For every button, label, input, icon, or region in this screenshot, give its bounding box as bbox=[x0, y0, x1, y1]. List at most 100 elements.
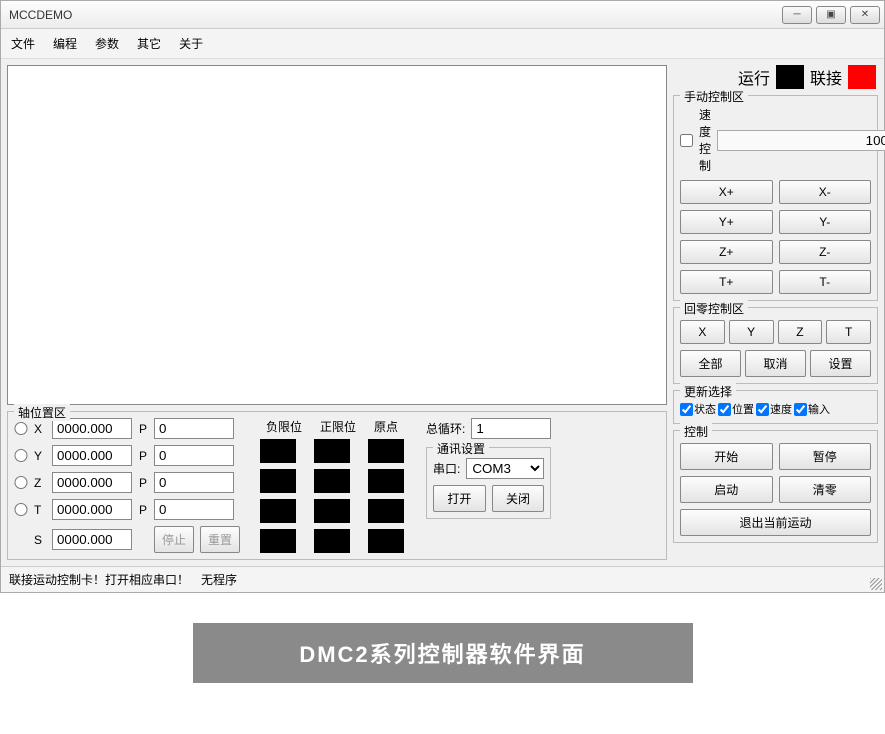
pause-button[interactable]: 暂停 bbox=[779, 443, 872, 470]
limits-grid bbox=[260, 439, 404, 553]
loop-input[interactable] bbox=[471, 418, 551, 439]
clear-button[interactable]: 清零 bbox=[779, 476, 872, 503]
p-label: P bbox=[138, 422, 148, 436]
close-port-button[interactable]: 关闭 bbox=[492, 485, 545, 512]
jog-grid: X+ X- Y+ Y- Z+ Z- T+ T- bbox=[680, 180, 871, 294]
axis-value-t[interactable] bbox=[52, 499, 132, 520]
speed-label: 速度控制 bbox=[699, 106, 711, 174]
start-button[interactable]: 开始 bbox=[680, 443, 773, 470]
menu-other[interactable]: 其它 bbox=[137, 35, 161, 52]
limit-indicator bbox=[368, 529, 404, 553]
limit-indicator bbox=[260, 469, 296, 493]
home-t[interactable]: T bbox=[826, 320, 871, 344]
axis-p-t[interactable] bbox=[154, 499, 234, 520]
update-status-checkbox[interactable] bbox=[680, 403, 693, 416]
axis-label-z: Z bbox=[34, 476, 46, 490]
update-speed-checkbox[interactable] bbox=[756, 403, 769, 416]
menu-program[interactable]: 编程 bbox=[53, 35, 77, 52]
body: 轴位置区 X P Y bbox=[1, 59, 884, 566]
jog-y-plus[interactable]: Y+ bbox=[680, 210, 773, 234]
window-buttons: ─ ▣ ✕ bbox=[782, 6, 880, 24]
speed-input[interactable] bbox=[717, 130, 885, 151]
maximize-button[interactable]: ▣ bbox=[816, 6, 846, 24]
axis-radio-y[interactable] bbox=[14, 449, 28, 462]
axis-label-y: Y bbox=[34, 449, 46, 463]
status-program: 无程序 bbox=[201, 571, 237, 588]
axis-radio-z[interactable] bbox=[14, 476, 28, 489]
update-input-checkbox[interactable] bbox=[794, 403, 807, 416]
status-row: 运行 联接 bbox=[673, 65, 878, 89]
exit-motion-button[interactable]: 退出当前运动 bbox=[680, 509, 871, 536]
jog-x-minus[interactable]: X- bbox=[779, 180, 872, 204]
loop-row: 总循环: bbox=[426, 418, 551, 439]
loop-comm-block: 总循环: 通讯设置 串口: COM3 打开 关闭 bbox=[426, 418, 551, 553]
limit-indicator bbox=[314, 499, 350, 523]
jog-t-minus[interactable]: T- bbox=[779, 270, 872, 294]
update-speed[interactable]: 速度 bbox=[756, 401, 792, 417]
canvas-area[interactable] bbox=[7, 65, 667, 405]
axis-radio-t[interactable] bbox=[14, 503, 28, 516]
open-port-button[interactable]: 打开 bbox=[433, 485, 486, 512]
axis-p-y[interactable] bbox=[154, 445, 234, 466]
home-z[interactable]: Z bbox=[778, 320, 823, 344]
update-position-checkbox[interactable] bbox=[718, 403, 731, 416]
speed-checkbox[interactable] bbox=[680, 134, 693, 147]
run-button[interactable]: 启动 bbox=[680, 476, 773, 503]
stop-button[interactable]: 停止 bbox=[154, 526, 194, 553]
axis-label-x: X bbox=[34, 422, 46, 436]
reset-button[interactable]: 重置 bbox=[200, 526, 240, 553]
axis-table: X P Y P bbox=[14, 418, 240, 553]
home-set-button[interactable]: 设置 bbox=[810, 350, 871, 377]
pos-limit-label: 正限位 bbox=[320, 418, 356, 435]
limits-block: 负限位 正限位 原点 bbox=[260, 418, 404, 553]
axis-radio-x[interactable] bbox=[14, 422, 28, 435]
limit-indicator bbox=[368, 499, 404, 523]
right-column: 运行 联接 手动控制区 速度控制 X+ X- Y+ Y- Z+ bbox=[673, 65, 878, 560]
status-message: 联接运动控制卡！打开相应串口！ bbox=[9, 571, 189, 588]
jog-x-plus[interactable]: X+ bbox=[680, 180, 773, 204]
minimize-button[interactable]: ─ bbox=[782, 6, 812, 24]
home-cancel-button[interactable]: 取消 bbox=[745, 350, 806, 377]
neg-limit-label: 负限位 bbox=[266, 418, 302, 435]
port-select[interactable]: COM3 bbox=[466, 458, 544, 479]
control-grid: 开始 暂停 启动 清零 退出当前运动 bbox=[680, 443, 871, 536]
update-position[interactable]: 位置 bbox=[718, 401, 754, 417]
axis-position-title: 轴位置区 bbox=[14, 404, 70, 421]
axis-label-s: S bbox=[34, 533, 46, 547]
jog-z-minus[interactable]: Z- bbox=[779, 240, 872, 264]
home-x[interactable]: X bbox=[680, 320, 725, 344]
resize-grip-icon[interactable] bbox=[870, 578, 882, 590]
menu-params[interactable]: 参数 bbox=[95, 35, 119, 52]
axis-value-s[interactable] bbox=[52, 529, 132, 550]
axis-p-z[interactable] bbox=[154, 472, 234, 493]
jog-z-plus[interactable]: Z+ bbox=[680, 240, 773, 264]
origin-label: 原点 bbox=[374, 418, 398, 435]
axis-value-x[interactable] bbox=[52, 418, 132, 439]
home-y[interactable]: Y bbox=[729, 320, 774, 344]
limit-indicator bbox=[260, 529, 296, 553]
update-status[interactable]: 状态 bbox=[680, 401, 716, 417]
comm-title: 通讯设置 bbox=[433, 440, 489, 457]
menu-file[interactable]: 文件 bbox=[11, 35, 35, 52]
update-input[interactable]: 输入 bbox=[794, 401, 830, 417]
limit-indicator bbox=[368, 469, 404, 493]
axis-row-z: Z P bbox=[14, 472, 240, 493]
limits-header: 负限位 正限位 原点 bbox=[260, 418, 404, 435]
axis-value-y[interactable] bbox=[52, 445, 132, 466]
close-button[interactable]: ✕ bbox=[850, 6, 880, 24]
menu-about[interactable]: 关于 bbox=[179, 35, 203, 52]
update-select-group: 更新选择 状态 位置 速度 输入 bbox=[673, 390, 878, 424]
jog-y-minus[interactable]: Y- bbox=[779, 210, 872, 234]
connect-label: 联接 bbox=[810, 65, 842, 89]
manual-title: 手动控制区 bbox=[680, 88, 748, 105]
jog-t-plus[interactable]: T+ bbox=[680, 270, 773, 294]
connect-indicator bbox=[848, 65, 876, 89]
limit-indicator bbox=[314, 439, 350, 463]
axis-value-z[interactable] bbox=[52, 472, 132, 493]
home-all-button[interactable]: 全部 bbox=[680, 350, 741, 377]
p-label: P bbox=[138, 503, 148, 517]
limit-indicator bbox=[368, 439, 404, 463]
p-label: P bbox=[138, 476, 148, 490]
axis-p-x[interactable] bbox=[154, 418, 234, 439]
axis-row-x: X P bbox=[14, 418, 240, 439]
